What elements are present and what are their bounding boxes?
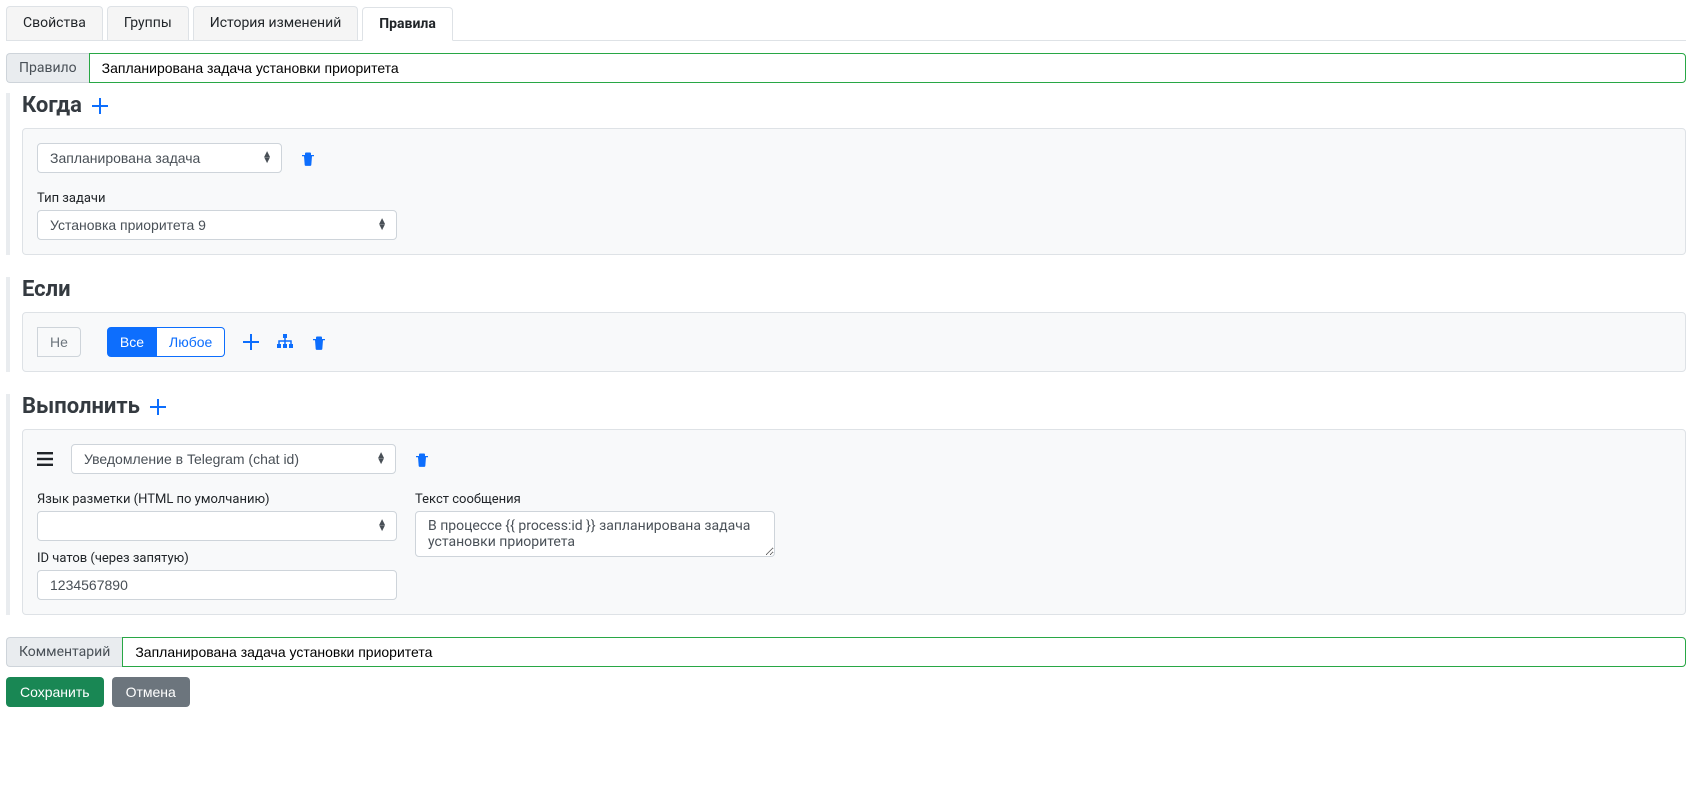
when-title: Когда	[22, 93, 82, 118]
trash-icon[interactable]	[300, 150, 316, 166]
markup-label: Язык разметки (HTML по умолчанию)	[37, 492, 397, 507]
chat-ids-input[interactable]	[37, 570, 397, 600]
if-not-button[interactable]: Не	[37, 327, 81, 357]
tab-properties[interactable]: Свойства	[6, 6, 103, 40]
markup-select[interactable]	[37, 511, 397, 541]
rule-name-group: Правило	[6, 53, 1686, 83]
chat-ids-label: ID чатов (через запятую)	[37, 551, 397, 566]
section-execute: Выполнить Уведомление в Telegram (chat i…	[6, 394, 1686, 615]
drag-handle-icon[interactable]	[37, 451, 53, 467]
tab-history[interactable]: История изменений	[193, 6, 359, 40]
section-if: Если Не Все Любое	[6, 277, 1686, 372]
execute-title: Выполнить	[22, 394, 140, 419]
trash-icon[interactable]	[414, 451, 430, 467]
execute-action-select[interactable]: Уведомление в Telegram (chat id)	[71, 444, 396, 474]
plus-icon[interactable]	[92, 98, 108, 114]
plus-icon[interactable]	[150, 399, 166, 415]
task-type-select[interactable]: Установка приоритета 9	[37, 210, 397, 240]
message-textarea[interactable]	[415, 511, 775, 557]
when-trigger-select-wrap: Запланирована задача ▲▼	[37, 143, 282, 173]
message-label: Текст сообщения	[415, 492, 775, 507]
if-title: Если	[22, 277, 71, 302]
comment-input[interactable]	[122, 637, 1686, 667]
tabs: Свойства Группы История изменений Правил…	[6, 6, 1686, 41]
tab-rules[interactable]: Правила	[362, 7, 453, 41]
section-when: Когда Запланирована задача ▲▼ Тип задачи…	[6, 93, 1686, 255]
plus-icon[interactable]	[243, 334, 259, 350]
comment-label: Комментарий	[6, 637, 122, 667]
sitemap-icon[interactable]	[277, 334, 293, 350]
cancel-button[interactable]: Отмена	[112, 677, 190, 707]
if-all-button[interactable]: Все	[107, 327, 157, 357]
rule-name-input[interactable]	[89, 53, 1686, 83]
task-type-label: Тип задачи	[37, 191, 1671, 206]
if-any-button[interactable]: Любое	[157, 327, 225, 357]
when-trigger-select[interactable]: Запланирована задача	[37, 143, 282, 173]
save-button[interactable]: Сохранить	[6, 677, 104, 707]
trash-icon[interactable]	[311, 334, 327, 350]
rule-name-label: Правило	[6, 53, 89, 83]
comment-group: Комментарий	[6, 637, 1686, 667]
tab-groups[interactable]: Группы	[107, 6, 189, 40]
